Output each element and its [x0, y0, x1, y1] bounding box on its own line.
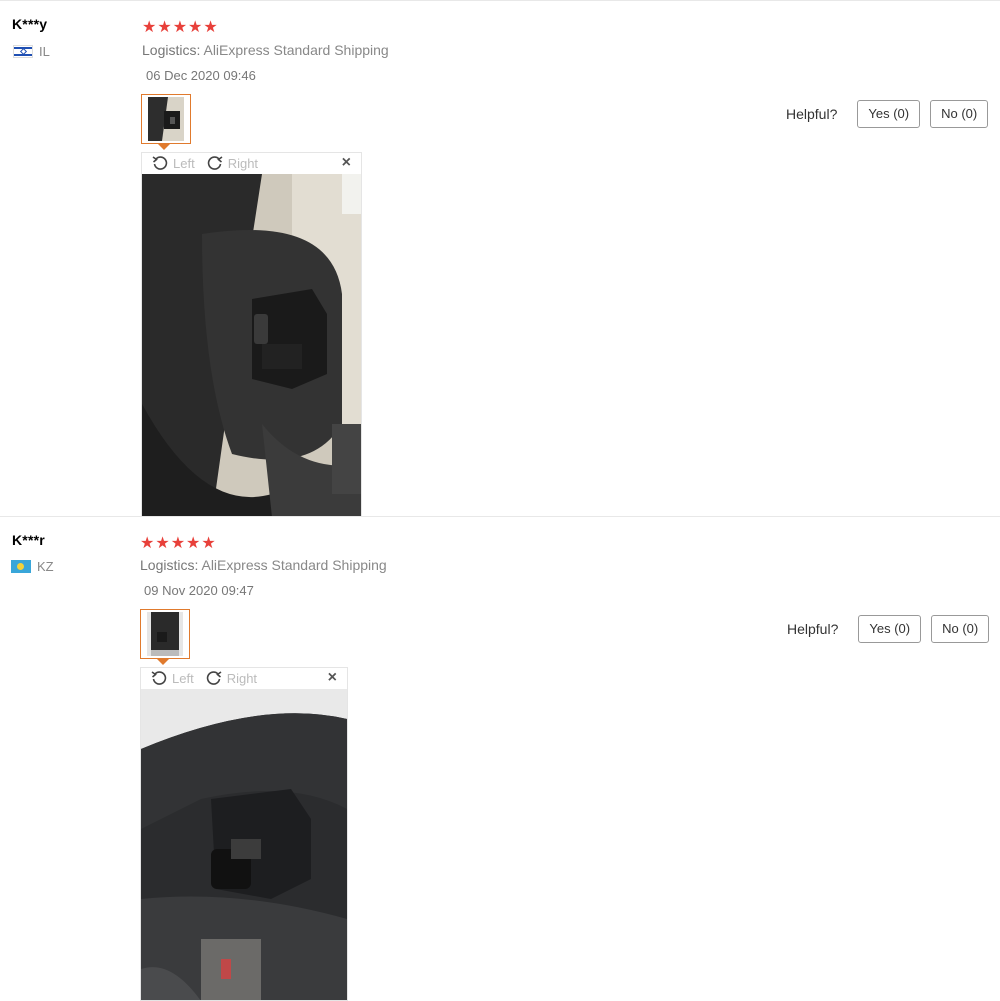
- helpful-section: Helpful? Yes (0) No (0): [786, 100, 989, 128]
- rotate-right-label: Right: [227, 155, 259, 171]
- photo-viewer: Left Right ×: [140, 667, 348, 1001]
- thumbnail-image: [148, 97, 184, 141]
- rotate-right-button[interactable]: Right: [207, 155, 258, 171]
- country-code: IL: [39, 44, 50, 59]
- logistics-label: Logistics:: [140, 557, 199, 573]
- steering-wheel-photo: [142, 174, 361, 516]
- thumbnail-image: [147, 612, 183, 656]
- close-icon[interactable]: ×: [328, 669, 337, 687]
- helpful-no-button[interactable]: No (0): [931, 615, 990, 643]
- review-date: 09 Nov 2020 09:47: [144, 583, 254, 598]
- rotate-left-label: Left: [173, 155, 195, 171]
- review-photo: [141, 689, 347, 1000]
- reviewer-name: K***r: [12, 532, 45, 548]
- reviewer-name: K***y: [12, 16, 48, 32]
- rotate-left-button[interactable]: Left: [152, 155, 195, 171]
- reviewer-country: KZ: [11, 559, 54, 574]
- country-code: KZ: [37, 559, 54, 574]
- flag-kz-icon: [11, 560, 31, 573]
- rotate-right-icon: [207, 156, 223, 170]
- star-rating: ★★★★★: [140, 535, 217, 552]
- star-rating: ★★★★★: [142, 19, 219, 36]
- logistics-info: Logistics: AliExpress Standard Shipping: [140, 557, 387, 573]
- logistics-info: Logistics: AliExpress Standard Shipping: [142, 42, 389, 58]
- logistics-value: AliExpress Standard Shipping: [203, 42, 389, 58]
- thumbnail-caret: [157, 659, 169, 665]
- review-item: K***r KZ ★★★★★ Logistics: AliExpress Sta…: [0, 516, 1000, 1001]
- logistics-label: Logistics:: [142, 42, 201, 58]
- viewer-toolbar: Left Right ×: [142, 153, 361, 173]
- helpful-label: Helpful?: [787, 621, 839, 637]
- logistics-value: AliExpress Standard Shipping: [201, 557, 387, 573]
- review-date: 06 Dec 2020 09:46: [146, 68, 256, 83]
- rotate-right-label: Right: [226, 670, 258, 686]
- helpful-no-button[interactable]: No (0): [930, 100, 989, 128]
- helpful-yes-button[interactable]: Yes (0): [858, 615, 922, 643]
- rotate-left-icon: [151, 671, 167, 685]
- rotate-left-button[interactable]: Left: [151, 670, 194, 686]
- rotate-left-icon: [152, 156, 168, 170]
- flag-il-icon: [13, 45, 33, 58]
- photo-thumbnail[interactable]: [141, 94, 191, 150]
- rotate-right-icon: [206, 671, 222, 685]
- close-icon[interactable]: ×: [342, 154, 351, 172]
- review-photo: [142, 174, 361, 516]
- viewer-toolbar: Left Right ×: [141, 668, 347, 688]
- helpful-yes-button[interactable]: Yes (0): [857, 100, 921, 128]
- rotate-left-label: Left: [172, 670, 194, 686]
- helpful-section: Helpful? Yes (0) No (0): [787, 615, 990, 643]
- photo-viewer: Left Right ×: [141, 152, 362, 517]
- thumbnail-caret: [158, 144, 170, 150]
- steering-wheel-photo: [141, 689, 347, 1000]
- photo-thumbnail[interactable]: [140, 609, 190, 665]
- review-item: K***y IL ★★★★★ Logistics: AliExpress Sta…: [0, 0, 1000, 517]
- helpful-label: Helpful?: [786, 106, 838, 122]
- reviewer-country: IL: [13, 44, 50, 59]
- rotate-right-button[interactable]: Right: [206, 670, 257, 686]
